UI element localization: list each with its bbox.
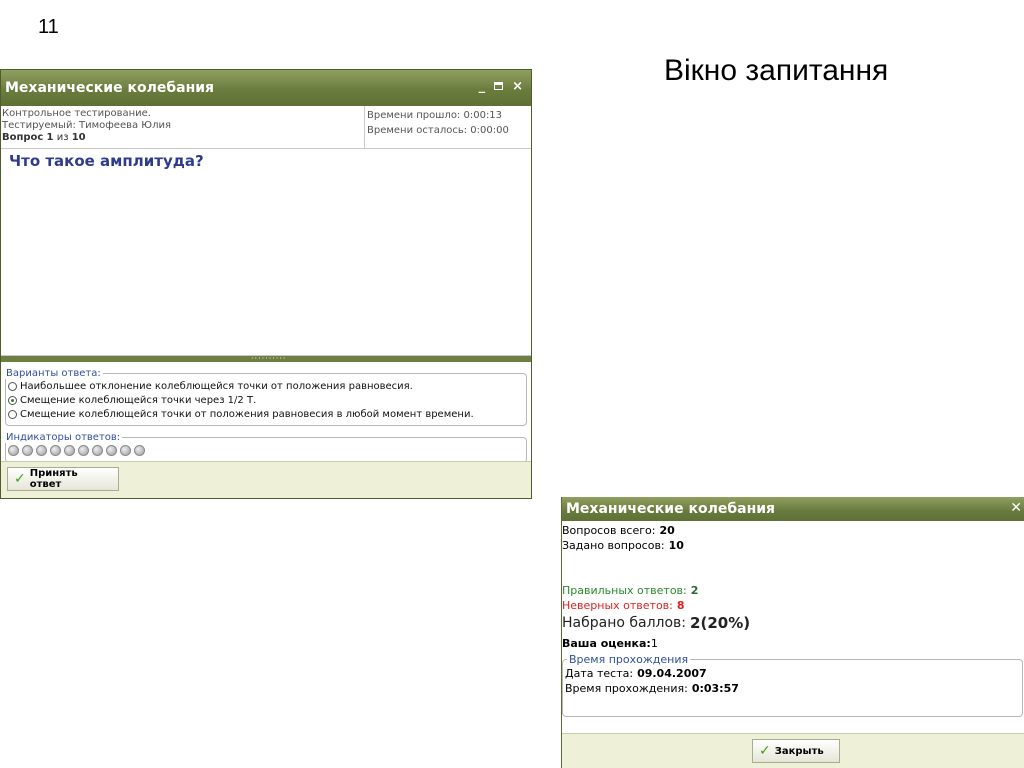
indicators-legend: Индикаторы ответов: — [6, 432, 121, 443]
time-group: Время прохождения Дата теста: 09.04.2007… — [562, 653, 1023, 717]
answer-indicators — [8, 443, 522, 458]
radio-button[interactable] — [8, 409, 17, 419]
close-button[interactable]: ✓ Закрыть — [752, 739, 840, 763]
questions-asked-value: 10 — [668, 539, 684, 552]
answers-group: Варианты ответа: Наибольшее отклонение к… — [5, 368, 527, 426]
window-controls: _ × — [479, 79, 523, 95]
accept-answer-button[interactable]: ✓ Принять ответ — [7, 467, 119, 491]
test-date: Дата теста: 09.04.2007 — [565, 666, 1022, 681]
answers-legend: Варианты ответа: — [6, 368, 101, 379]
slide-title: Вікно запитання — [664, 54, 889, 87]
splitter-grip-icon[interactable]: ·········· — [251, 354, 286, 363]
question-action-bar: ✓ Принять ответ — [1, 461, 531, 498]
answer-indicator-icon — [8, 445, 19, 456]
questions-asked-label: Задано вопросов: — [562, 539, 665, 552]
answer-indicator-icon — [22, 445, 33, 456]
question-total: 10 — [71, 132, 86, 143]
radio-button[interactable] — [8, 381, 17, 391]
answer-option-label: Наибольшее отклонение колеблющейся точки… — [20, 380, 413, 392]
grade-value: 1 — [650, 636, 658, 650]
test-info: Контрольное тестирование. Тестируемый: Т… — [1, 106, 531, 149]
results-stats: Вопросов всего: 20 Задано вопросов: 10 П… — [562, 521, 1024, 717]
grade-label: Ваша оценка: — [562, 636, 651, 650]
score-value: 2(20%) — [690, 614, 751, 632]
question-area: Что такое амплитуда? — [1, 149, 531, 356]
answer-indicator-icon — [64, 445, 75, 456]
answer-panel: Варианты ответа: Наибольшее отклонение к… — [1, 368, 531, 463]
answer-indicator-icon — [78, 445, 89, 456]
question-window: Механические колебания _ × Контрольное т… — [0, 69, 532, 499]
answer-indicator-icon — [134, 445, 145, 456]
maximize-icon[interactable] — [494, 82, 504, 90]
test-date-label: Дата теста: — [565, 667, 634, 680]
test-info-right: Времени прошло: 0:00:13 Времени осталось… — [365, 106, 531, 148]
answer-option-label: Смещение колеблющейся точки от положения… — [20, 408, 474, 420]
wrong-answers-value: 8 — [676, 599, 685, 612]
answer-indicator-icon — [50, 445, 61, 456]
test-date-value: 09.04.2007 — [637, 667, 707, 680]
examinee-name: Тестируемый: Тимофеева Юлия — [2, 120, 172, 131]
time-legend: Время прохождения — [569, 653, 689, 666]
results-window-title: Механические колебания — [566, 501, 776, 517]
question-counter: Вопрос 1 из 10 — [2, 132, 364, 144]
time-left: Времени осталось: 0:00:00 — [367, 125, 509, 136]
question-label: Вопрос — [2, 132, 44, 143]
checkmark-icon: ✓ — [14, 471, 26, 487]
close-icon[interactable]: × — [512, 79, 523, 95]
questions-asked: Задано вопросов: 10 — [562, 538, 1024, 553]
answer-indicator-icon — [106, 445, 117, 456]
answer-indicator-icon — [120, 445, 131, 456]
answer-indicator-icon — [36, 445, 47, 456]
correct-answers-value: 2 — [690, 584, 699, 597]
test-info-left: Контрольное тестирование. Тестируемый: Т… — [1, 106, 365, 148]
panel-splitter[interactable]: ·········· — [1, 354, 531, 363]
answer-option[interactable]: Наибольшее отклонение колеблющейся точки… — [8, 379, 522, 393]
test-type: Контрольное тестирование. — [2, 108, 151, 119]
answer-indicator-icon — [92, 445, 103, 456]
indicators-group: Индикаторы ответов: — [5, 432, 527, 463]
wrong-answers-label: Неверных ответов: — [562, 599, 673, 612]
answer-option[interactable]: Смещение колеблющейся точки через 1/2 Т. — [8, 393, 522, 407]
test-duration-label: Время прохождения: — [565, 682, 688, 695]
question-of: из — [56, 132, 69, 143]
minimize-icon[interactable]: _ — [479, 79, 486, 95]
questions-total: Вопросов всего: 20 — [562, 523, 1024, 538]
answers-list: Наибольшее отклонение колеблющейся точки… — [8, 379, 522, 421]
score-label: Набрано баллов: — [562, 615, 687, 631]
test-duration: Время прохождения: 0:03:57 — [565, 681, 1022, 696]
radio-button[interactable] — [8, 395, 17, 405]
time-elapsed: Времени прошло: 0:00:13 — [367, 110, 503, 121]
question-text: Что такое амплитуда? — [9, 152, 204, 170]
results-window: Механические колебания ✕ Вопросов всего:… — [561, 497, 1024, 768]
correct-answers-label: Правильных ответов: — [562, 584, 687, 597]
correct-answers: Правильных ответов: 2 — [562, 583, 1024, 598]
close-icon[interactable]: ✕ — [1010, 500, 1022, 516]
question-window-titlebar[interactable]: Механические колебания _ × — [1, 70, 531, 106]
questions-total-label: Вопросов всего: — [562, 524, 656, 537]
test-duration-value: 0:03:57 — [691, 682, 739, 695]
checkmark-icon: ✓ — [759, 743, 771, 759]
accept-answer-label: Принять ответ — [29, 468, 78, 490]
wrong-answers: Неверных ответов: 8 — [562, 598, 1024, 613]
close-button-label: Закрыть — [774, 745, 824, 757]
score: Набрано баллов: 2(20%) — [562, 613, 1024, 633]
window-title: Механические колебания — [5, 80, 215, 96]
questions-total-value: 20 — [659, 524, 675, 537]
question-current: 1 — [46, 132, 54, 143]
slide-number: 11 — [38, 16, 59, 38]
answer-option[interactable]: Смещение колеблющейся точки от положения… — [8, 407, 522, 421]
answer-option-label: Смещение колеблющейся точки через 1/2 Т. — [20, 394, 257, 406]
grade: Ваша оценка: 1 — [562, 633, 1024, 653]
results-window-titlebar[interactable]: Механические колебания ✕ — [562, 497, 1024, 521]
results-action-bar: ✓ Закрыть — [562, 733, 1024, 768]
